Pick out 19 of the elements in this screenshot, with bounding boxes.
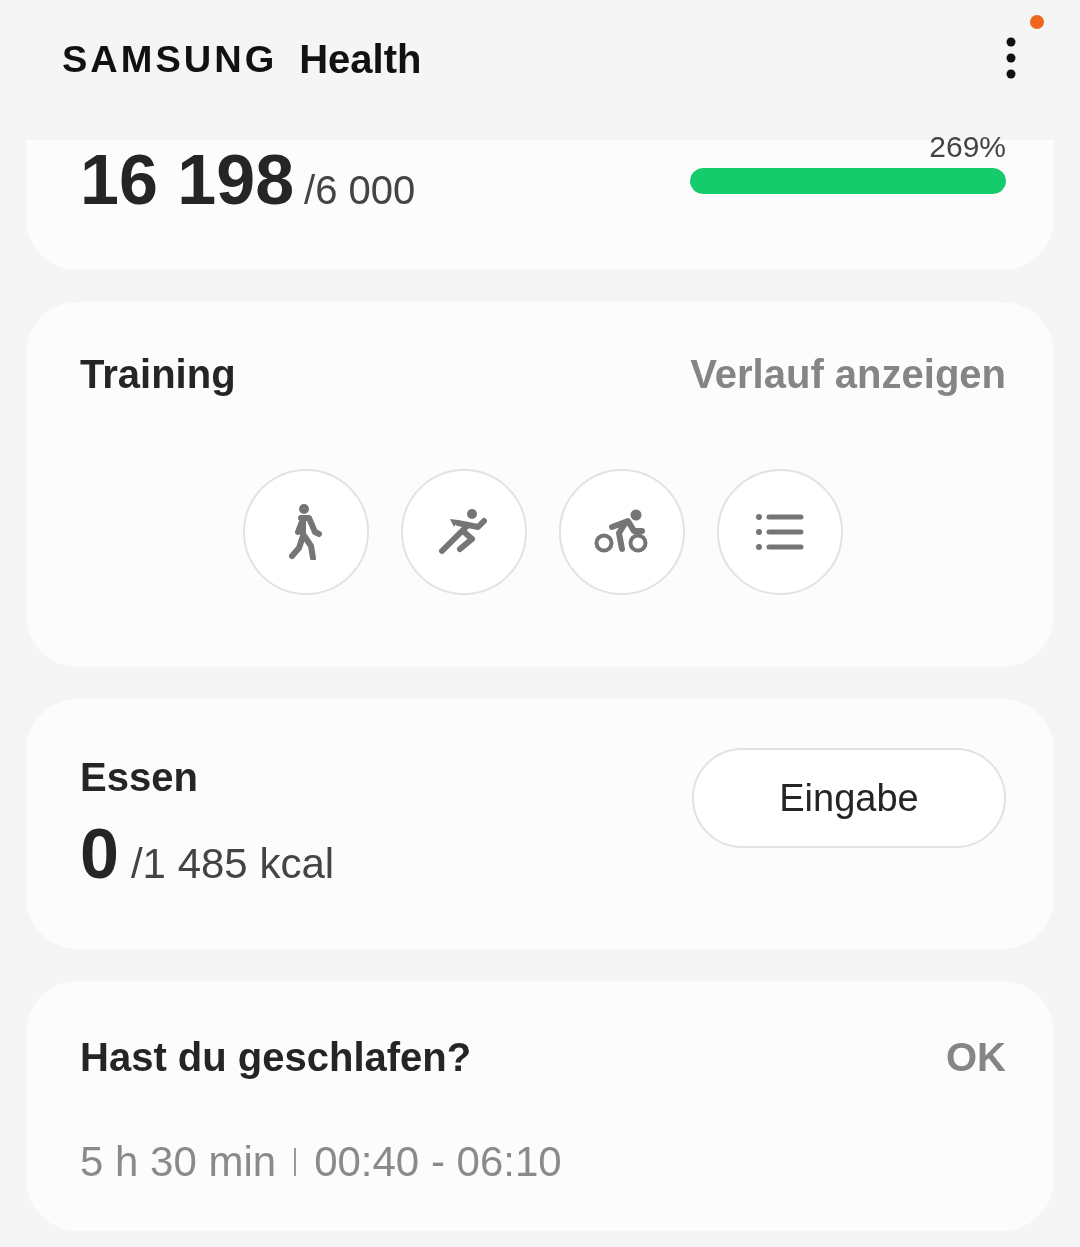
history-link[interactable]: Verlauf anzeigen [690, 352, 1006, 397]
calorie-value: 0 [80, 814, 119, 893]
calorie-goal: /1 485 kcal [130, 839, 335, 887]
card-title: Essen [80, 754, 199, 800]
more-options-icon [1006, 36, 1016, 79]
step-count: 16 198 [80, 141, 295, 219]
running-icon [438, 509, 490, 555]
brand-logo: SAMSUNG [62, 39, 278, 81]
step-goal: /6 000 [304, 168, 416, 212]
cycling-icon [594, 509, 650, 555]
entry-button[interactable]: Eingabe [692, 748, 1006, 848]
card-title: Training [80, 352, 236, 397]
walking-icon [289, 504, 323, 560]
card-title: Hast du geschlafen? [80, 1035, 472, 1080]
app-title: Health [299, 36, 422, 82]
ok-button[interactable]: OK [946, 1035, 1006, 1080]
sleep-duration: 5 h 30 min [80, 1138, 277, 1186]
sleep-time-range: 00:40 - 06:10 [314, 1138, 562, 1186]
list-icon [756, 513, 804, 551]
